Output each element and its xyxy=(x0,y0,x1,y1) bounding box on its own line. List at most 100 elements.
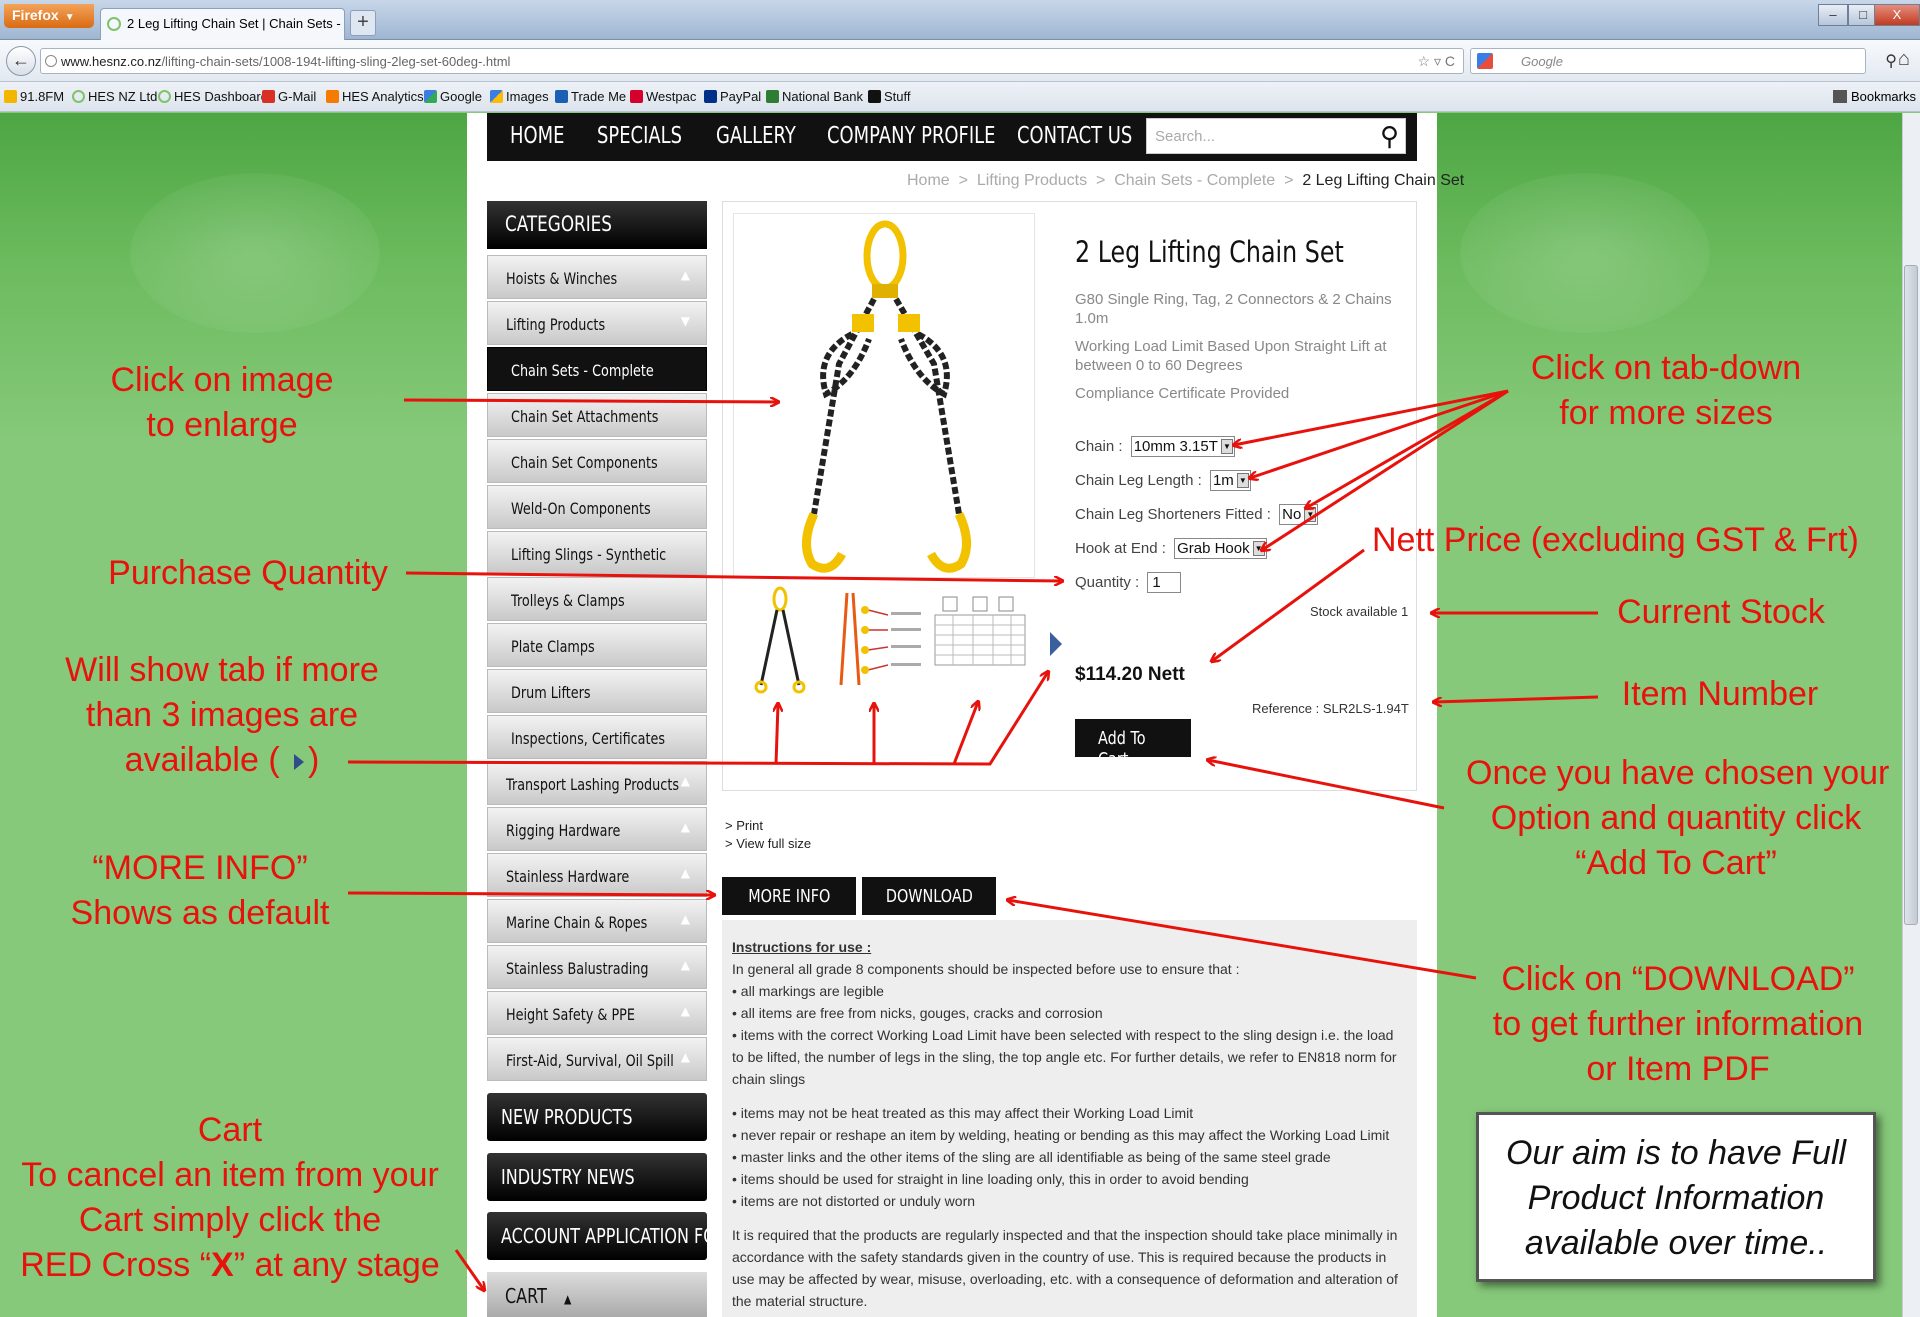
nav-gallery[interactable]: GALLERY xyxy=(716,123,796,149)
category-item[interactable]: Weld-On Components xyxy=(487,485,707,529)
category-item[interactable]: First-Aid, Survival, Oil Spill ▲ xyxy=(487,1037,707,1081)
info-line: • items should be used for straight in l… xyxy=(732,1171,1249,1187)
account-application-link[interactable]: ACCOUNT APPLICATION FORM xyxy=(487,1212,741,1260)
site-search-input[interactable]: Search... ⚲ xyxy=(1146,118,1406,154)
browser-search-input[interactable]: Google ⚲ xyxy=(1470,48,1897,74)
bookmark-item[interactable]: Westpac xyxy=(630,89,696,104)
quantity-input[interactable]: 1 xyxy=(1147,572,1182,593)
category-item[interactable]: Inspections, Certificates xyxy=(487,715,707,759)
info-line: • items may not be heat treated as this … xyxy=(732,1105,1194,1121)
bookmarks-menu-button[interactable]: Bookmarks xyxy=(1832,89,1916,104)
category-item[interactable]: Lifting Slings - Synthetic xyxy=(487,531,707,575)
chain-select[interactable]: 10mm 3.15T ▼ xyxy=(1130,436,1235,457)
thumbnail-next-arrow-icon[interactable] xyxy=(1050,632,1062,656)
caret-up-icon[interactable]: ▲ xyxy=(681,866,690,880)
product-desc-1: G80 Single Ring, Tag, 2 Connectors & 2 C… xyxy=(1075,291,1392,327)
nav-specials[interactable]: SPECIALS xyxy=(597,123,682,149)
leg-length-select[interactable]: 1m ▼ xyxy=(1209,470,1251,491)
stock-available: Stock available 1 xyxy=(1310,604,1409,619)
new-tab-button[interactable]: + xyxy=(350,10,376,36)
tab-more-info[interactable]: MORE INFO xyxy=(722,877,856,915)
firefox-menu-button[interactable]: Firefox ▼ xyxy=(4,4,94,28)
category-item[interactable]: Trolleys & Clamps xyxy=(487,577,707,621)
shorteners-select[interactable]: No ▼ xyxy=(1279,504,1319,525)
nav-home[interactable]: HOME xyxy=(510,123,564,149)
caret-up-icon[interactable]: ▲ xyxy=(681,912,690,926)
category-label: Marine Chain & Ropes xyxy=(506,913,648,932)
category-item[interactable]: Transport Lashing Products ▲ xyxy=(487,761,707,805)
google-icon xyxy=(424,90,437,103)
print-link[interactable]: > Print xyxy=(725,817,811,835)
annotation-cart: Cart To cancel an item from your Cart si… xyxy=(20,1111,440,1284)
search-icon[interactable]: ⚲ xyxy=(1885,51,1897,71)
bookmark-item[interactable]: HES NZ Ltd xyxy=(72,89,157,104)
product-thumbnail[interactable] xyxy=(833,585,928,695)
close-window-button[interactable]: X xyxy=(1874,4,1920,26)
info-line: • master links and the other items of th… xyxy=(732,1149,1331,1165)
category-item[interactable]: Chain Set Components xyxy=(487,439,707,483)
analytics-icon xyxy=(326,90,339,103)
category-item[interactable]: Marine Chain & Ropes ▲ xyxy=(487,899,707,943)
breadcrumb-lifting-products[interactable]: Lifting Products xyxy=(977,172,1087,189)
thumbnail-diagram-image xyxy=(839,592,921,686)
breadcrumb-separator: > xyxy=(958,172,968,189)
westpac-icon xyxy=(630,90,643,103)
category-item[interactable]: Plate Clamps xyxy=(487,623,707,667)
category-item[interactable]: Hoists & Winches ▲ xyxy=(487,255,707,299)
product-thumbnail[interactable] xyxy=(933,585,1028,695)
search-icon[interactable]: ⚲ xyxy=(1380,121,1399,152)
view-full-size-link[interactable]: > View full size xyxy=(725,835,811,853)
category-item[interactable]: Lifting Products ▼ xyxy=(487,301,707,345)
breadcrumb-chain-sets[interactable]: Chain Sets - Complete xyxy=(1114,172,1275,189)
breadcrumb-home[interactable]: Home xyxy=(907,172,950,189)
url-bar[interactable]: www.hesnz.co.nz/lifting-chain-sets/1008-… xyxy=(40,48,1464,74)
bookmark-item[interactable]: Trade Me xyxy=(555,89,626,104)
caret-up-icon[interactable]: ▲ xyxy=(681,268,690,282)
minimize-button[interactable]: – xyxy=(1818,4,1848,26)
category-label: Weld-On Components xyxy=(511,499,651,518)
url-tools-icons[interactable]: ☆ ▿ C xyxy=(1418,53,1455,70)
thumbnail-table-image xyxy=(934,596,1026,666)
bookmark-item[interactable]: Stuff xyxy=(868,89,911,104)
category-item[interactable]: Stainless Balustrading ▲ xyxy=(487,945,707,989)
bookmark-item[interactable]: HES Dashboard xyxy=(158,89,268,104)
bookmark-item[interactable]: 91.8FM xyxy=(4,89,64,104)
category-item[interactable]: Chain Sets - Complete xyxy=(487,347,707,391)
nav-company-profile[interactable]: COMPANY PROFILE xyxy=(827,123,996,149)
category-item[interactable]: Rigging Hardware ▲ xyxy=(487,807,707,851)
caret-up-icon[interactable]: ▲ xyxy=(681,1004,690,1018)
hook-select[interactable]: Grab Hook ▼ xyxy=(1174,538,1267,559)
gmail-icon xyxy=(262,90,275,103)
option-chain: Chain : 10mm 3.15T ▼ xyxy=(1075,436,1235,457)
new-products-link[interactable]: NEW PRODUCTS xyxy=(487,1093,707,1141)
home-icon[interactable]: ⌂ xyxy=(1898,48,1910,71)
caret-down-icon[interactable]: ▼ xyxy=(681,314,690,328)
add-to-cart-button[interactable]: Add To Cart xyxy=(1075,719,1191,770)
bookmark-item[interactable]: PayPal xyxy=(704,89,761,104)
bookmark-item[interactable]: G-Mail xyxy=(262,89,316,104)
category-item[interactable]: Height Safety & PPE ▲ xyxy=(487,991,707,1035)
bookmark-item[interactable]: Images xyxy=(490,89,549,104)
category-item[interactable]: Drum Lifters xyxy=(487,669,707,713)
tab-download[interactable]: DOWNLOAD xyxy=(862,877,996,915)
thumbnail-image xyxy=(754,586,806,694)
annotation-aim-box: Our aim is to have Full Product Informat… xyxy=(1476,1112,1876,1282)
category-item[interactable]: Chain Set Attachments xyxy=(487,393,707,437)
nav-contact-us[interactable]: CONTACT US xyxy=(1017,123,1132,149)
browser-tab-active[interactable]: 2 Leg Lifting Chain Set | Chain Sets - C… xyxy=(100,8,345,40)
stuff-icon xyxy=(868,90,881,103)
caret-up-icon[interactable]: ▲ xyxy=(681,774,690,788)
industry-news-link[interactable]: INDUSTRY NEWS xyxy=(487,1153,707,1201)
bookmark-item[interactable]: HES Analytics xyxy=(326,89,424,104)
bookmark-item[interactable]: Google xyxy=(424,89,482,104)
cart-toggle[interactable]: CART ▲ xyxy=(487,1272,707,1317)
product-thumbnail[interactable] xyxy=(733,585,828,695)
back-button[interactable]: ← xyxy=(6,46,36,76)
caret-up-icon[interactable]: ▲ xyxy=(681,820,690,834)
bookmark-item[interactable]: National Bank xyxy=(766,89,863,104)
category-item[interactable]: Stainless Hardware ▲ xyxy=(487,853,707,897)
scrollbar-thumb[interactable] xyxy=(1904,265,1918,925)
product-main-image[interactable] xyxy=(733,213,1035,578)
caret-up-icon[interactable]: ▲ xyxy=(681,1050,690,1064)
caret-up-icon[interactable]: ▲ xyxy=(681,958,690,972)
